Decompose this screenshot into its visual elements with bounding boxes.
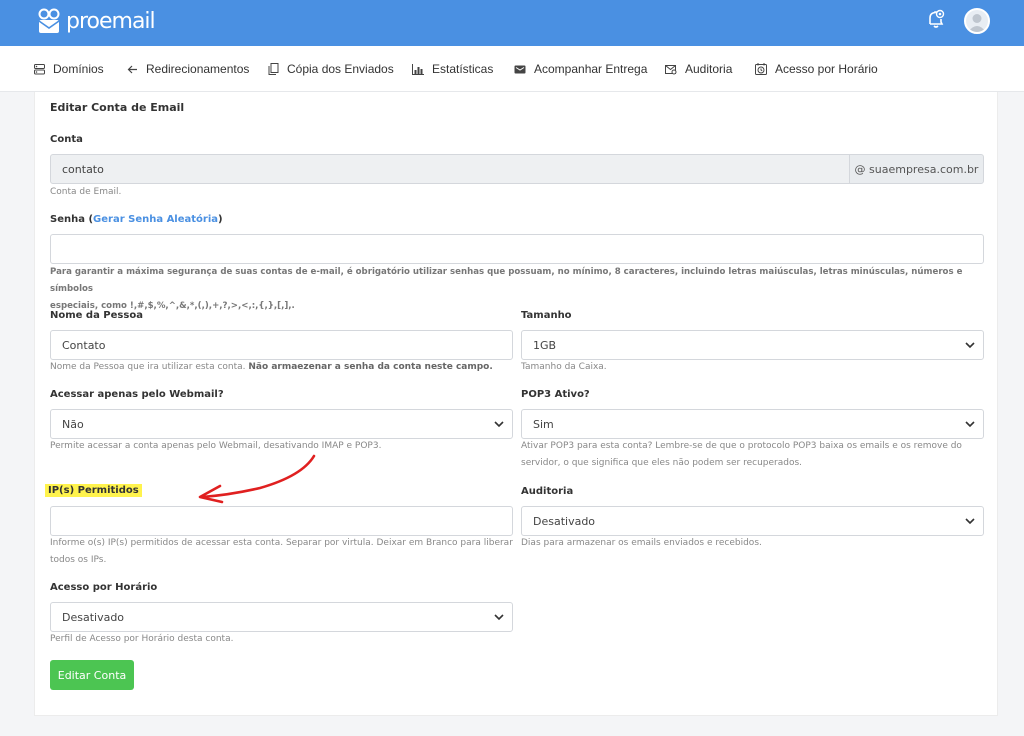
- pop3-help-line2: servidor, o que significa que eles não p…: [521, 458, 803, 468]
- envelope-people-icon: [38, 8, 60, 33]
- senha-help-line1: Para garantir a máxima segurança de suas…: [50, 267, 963, 294]
- ips-help-line1: Informe o(s) IP(s) permitidos de acessar…: [50, 538, 513, 548]
- nav-item-label: Acompanhar Entrega: [534, 62, 648, 76]
- edit-account-card: Editar Conta de Email Conta contato @ su…: [34, 92, 998, 716]
- nav-item-dominios[interactable]: Domínios: [34, 62, 104, 76]
- brand-name: proemail: [66, 8, 156, 34]
- nav-item-redirecionamentos[interactable]: Redirecionamentos: [127, 62, 249, 76]
- pop3-label: POP3 Ativo?: [521, 389, 590, 400]
- tamanho-label: Tamanho: [521, 310, 572, 321]
- chart-icon: [412, 63, 424, 75]
- audit-icon: [665, 64, 677, 74]
- nav-item-label: Cópia dos Enviados: [287, 62, 394, 76]
- ips-help: Informe o(s) IP(s) permitidos de acessar…: [50, 535, 513, 569]
- tamanho-select[interactable]: 1GB: [521, 330, 984, 360]
- horario-select[interactable]: Desativado: [50, 602, 513, 632]
- conta-help: Conta de Email.: [50, 187, 122, 197]
- page-title: Editar Conta de Email: [50, 101, 185, 114]
- nav-item-acesso-horario[interactable]: Acesso por Horário: [755, 62, 878, 76]
- nav-item-label: Acesso por Horário: [775, 62, 878, 76]
- auditoria-label: Auditoria: [521, 486, 574, 497]
- senha-label-suffix: ): [218, 214, 223, 225]
- notifications-button[interactable]: [926, 8, 946, 35]
- user-icon: [968, 14, 986, 32]
- annotation-arrow: [198, 454, 316, 504]
- chevron-down-icon: [494, 614, 504, 621]
- horario-help: Perfil de Acesso por Horário desta conta…: [50, 634, 234, 644]
- bell-icon: [929, 9, 945, 28]
- ips-input[interactable]: [50, 506, 513, 536]
- pop3-help-line1: Ativar POP3 para esta conta? Lembre-se d…: [521, 441, 962, 451]
- arrow-left-icon: [127, 65, 137, 73]
- nav-item-estatisticas[interactable]: Estatísticas: [412, 62, 493, 76]
- auditoria-selected: Desativado: [533, 514, 596, 528]
- auditoria-select[interactable]: Desativado: [521, 506, 984, 536]
- senha-label: Senha (Gerar Senha Aleatória): [50, 214, 223, 225]
- horario-selected: Desativado: [62, 610, 125, 624]
- horario-label: Acesso por Horário: [50, 582, 158, 593]
- nome-label: Nome da Pessoa: [50, 310, 143, 321]
- nome-help-text: Nome da Pessoa que ira utilizar esta con…: [50, 362, 249, 372]
- webmail-label: Acessar apenas pelo Webmail?: [50, 389, 224, 400]
- ips-label-highlight: IP(s) Permitidos: [45, 484, 142, 497]
- nav-item-acompanhar-entrega[interactable]: Acompanhar Entrega: [514, 62, 647, 76]
- nome-help-warning: Não armaezenar a senha da conta neste ca…: [248, 362, 493, 372]
- generate-password-link[interactable]: Gerar Senha Aleatória: [93, 214, 218, 225]
- chevron-down-icon: [494, 421, 504, 428]
- submit-button[interactable]: Editar Conta: [50, 660, 134, 690]
- brand-logo[interactable]: proemail: [34, 7, 156, 35]
- ips-help-line2: todos os IPs.: [50, 555, 107, 565]
- main-nav: Domínios Redirecionamentos Cópia dos Env…: [0, 46, 1024, 92]
- webmail-selected: Não: [62, 417, 84, 431]
- top-bar: proemail: [0, 0, 1024, 46]
- copy-icon: [268, 63, 279, 75]
- senha-help-line2: especiais, como !,#,$,%,^,&,*,(,),+,?,>,…: [50, 301, 295, 311]
- tamanho-selected: 1GB: [533, 338, 557, 352]
- nav-item-label: Domínios: [53, 62, 104, 76]
- senha-help: Para garantir a máxima segurança de suas…: [50, 264, 984, 315]
- nav-item-label: Auditoria: [685, 62, 733, 76]
- truck-icon: [514, 65, 526, 73]
- conta-input[interactable]: contato: [50, 154, 850, 184]
- senha-input[interactable]: [50, 234, 984, 264]
- chevron-down-icon: [965, 518, 975, 525]
- user-avatar[interactable]: [964, 8, 990, 34]
- chevron-down-icon: [965, 342, 975, 349]
- server-icon: [34, 63, 45, 74]
- tamanho-help: Tamanho da Caixa.: [521, 362, 607, 372]
- webmail-select[interactable]: Não: [50, 409, 513, 439]
- nav-item-auditoria[interactable]: Auditoria: [665, 62, 732, 76]
- auditoria-help: Dias para armazenar os emails enviados e…: [521, 538, 762, 548]
- nav-item-label: Estatísticas: [432, 62, 494, 76]
- chevron-down-icon: [965, 421, 975, 428]
- pop3-help: Ativar POP3 para esta conta? Lembre-se d…: [521, 438, 984, 472]
- senha-label-prefix: Senha (: [50, 214, 94, 225]
- nav-item-copia-enviados[interactable]: Cópia dos Enviados: [268, 62, 394, 76]
- pop3-selected: Sim: [533, 417, 554, 431]
- clock-icon: [755, 63, 767, 75]
- ips-label: IP(s) Permitidos: [45, 484, 142, 497]
- nome-input[interactable]: Contato: [50, 330, 513, 360]
- nome-help: Nome da Pessoa que ira utilizar esta con…: [50, 359, 493, 376]
- pop3-select[interactable]: Sim: [521, 409, 984, 439]
- domain-addon: @ suaempresa.com.br: [849, 154, 984, 184]
- conta-label: Conta: [50, 134, 83, 145]
- nav-item-label: Redirecionamentos: [146, 62, 250, 76]
